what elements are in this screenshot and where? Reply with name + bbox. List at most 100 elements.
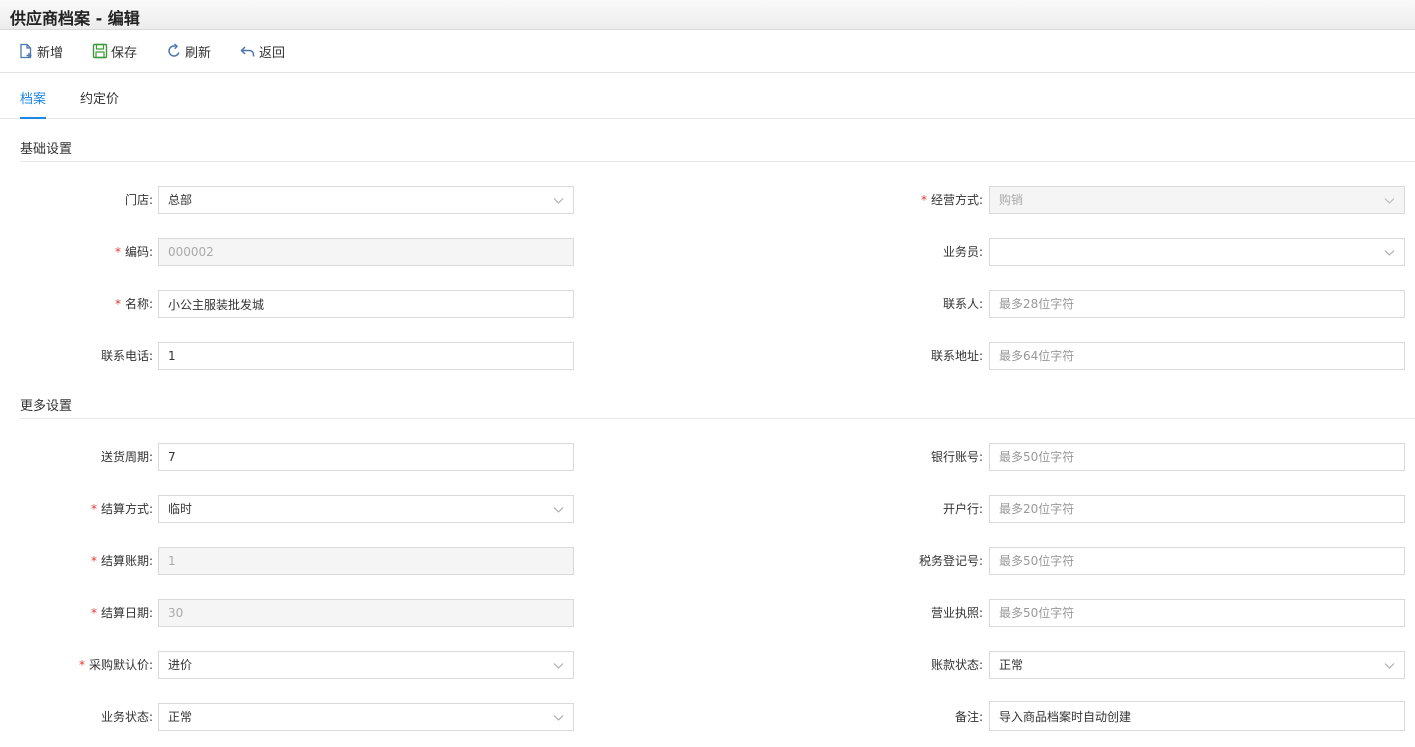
chevron-down-icon <box>1384 663 1395 669</box>
settle-period-value: 1 <box>168 554 176 568</box>
payment-status-label: 账款状态: <box>763 651 983 679</box>
back-arrow-icon <box>240 46 255 57</box>
code-label: * 编码: <box>0 238 153 266</box>
code-label-text: 编码: <box>124 245 153 259</box>
remark-label-text: 备注: <box>954 710 983 724</box>
store-label-text: 门店: <box>124 193 153 207</box>
payment-status-value: 正常 <box>999 658 1024 672</box>
biz-status-label: 业务状态: <box>0 703 153 731</box>
license-label: 营业执照: <box>763 599 983 627</box>
bank-account-label: 银行账号: <box>763 443 983 471</box>
back-button[interactable]: 返回 <box>240 41 285 61</box>
code-field: 000002 <box>158 238 574 266</box>
required-mark: * <box>920 193 927 207</box>
settle-mode-label: * 结算方式: <box>0 495 153 523</box>
delivery-label: 送货周期: <box>0 443 153 471</box>
required-mark: * <box>90 502 97 516</box>
payment-status-label-text: 账款状态: <box>930 658 983 672</box>
bank-label-text: 开户行: <box>942 502 983 516</box>
purchase-price-label-text: 采购默认价: <box>88 658 153 672</box>
required-mark: * <box>78 658 85 672</box>
phone-label: 联系电话: <box>0 342 153 370</box>
refresh-button[interactable]: 刷新 <box>166 41 211 61</box>
address-label-text: 联系地址: <box>930 349 983 363</box>
refresh-icon <box>168 43 180 57</box>
refresh-button-label: 刷新 <box>185 45 212 61</box>
new-file-icon <box>20 43 32 59</box>
biz-status-select[interactable]: 正常 <box>158 703 574 731</box>
tax-no-input[interactable] <box>989 547 1405 575</box>
bank-account-input[interactable] <box>989 443 1405 471</box>
tab-agreed-price[interactable]: 约定价 <box>80 88 119 119</box>
settle-date-value: 30 <box>168 606 184 620</box>
name-label-text: 名称: <box>124 297 153 311</box>
required-mark: * <box>114 297 121 311</box>
chevron-down-icon <box>553 198 564 204</box>
address-label: 联系地址: <box>763 342 983 370</box>
delivery-cycle-input[interactable] <box>158 443 574 471</box>
settle-date-field: 30 <box>158 599 574 627</box>
new-button-label: 新增 <box>37 45 64 61</box>
chevron-down-icon <box>553 663 564 669</box>
page-title: 供应商档案 - 编辑 <box>10 9 140 28</box>
store-select[interactable]: 总部 <box>158 186 574 214</box>
chevron-down-icon <box>1384 198 1395 204</box>
settle-mode-value: 临时 <box>168 502 193 516</box>
settle-mode-label-text: 结算方式: <box>100 502 153 516</box>
remark-label: 备注: <box>763 703 983 731</box>
settle-date-label-text: 结算日期: <box>100 606 153 620</box>
settle-date-label: * 结算日期: <box>0 599 153 627</box>
chevron-down-icon <box>553 507 564 513</box>
section-more-settings: 更多设置 <box>20 395 1415 419</box>
purchase-price-select[interactable]: 进价 <box>158 651 574 679</box>
bank-account-label-text: 银行账号: <box>930 450 983 464</box>
name-input[interactable] <box>158 290 574 318</box>
salesman-select[interactable] <box>989 238 1405 266</box>
purchase-price-label: * 采购默认价: <box>0 651 153 679</box>
tax-no-label: 税务登记号: <box>763 547 983 575</box>
required-mark: * <box>114 245 121 259</box>
section-basic-settings: 基础设置 <box>20 138 1415 162</box>
mode-label: * 经营方式: <box>763 186 983 214</box>
toolbar: 新增 保存 刷新 返回 <box>0 30 1415 73</box>
store-value: 总部 <box>168 193 193 207</box>
biz-status-value: 正常 <box>168 710 193 724</box>
required-mark: * <box>90 554 97 568</box>
chevron-down-icon <box>1384 250 1395 256</box>
code-value: 000002 <box>168 245 214 259</box>
bank-input[interactable] <box>989 495 1405 523</box>
save-button-label: 保存 <box>111 45 138 61</box>
tax-no-label-text: 税务登记号: <box>918 554 983 568</box>
contact-label-text: 联系人: <box>942 297 983 311</box>
settle-period-label: * 结算账期: <box>0 547 153 575</box>
address-input[interactable] <box>989 342 1405 370</box>
save-icon <box>92 43 108 59</box>
store-label: 门店: <box>0 186 153 214</box>
remark-input[interactable] <box>989 701 1405 731</box>
delivery-label-text: 送货周期: <box>100 450 153 464</box>
save-button[interactable]: 保存 <box>92 41 137 61</box>
license-label-text: 营业执照: <box>930 606 983 620</box>
contact-input[interactable] <box>989 290 1405 318</box>
required-mark: * <box>90 606 97 620</box>
new-button[interactable]: 新增 <box>18 41 63 61</box>
settle-mode-select[interactable]: 临时 <box>158 495 574 523</box>
purchase-price-value: 进价 <box>168 658 193 672</box>
phone-input[interactable] <box>158 342 574 370</box>
tab-archive[interactable]: 档案 <box>20 88 47 119</box>
contact-label: 联系人: <box>763 290 983 318</box>
back-button-label: 返回 <box>259 45 286 61</box>
salesman-label-text: 业务员: <box>942 245 983 259</box>
bank-label: 开户行: <box>763 495 983 523</box>
mode-select: 购销 <box>989 186 1405 214</box>
phone-label-text: 联系电话: <box>100 349 153 363</box>
chevron-down-icon <box>553 715 564 721</box>
mode-value: 购销 <box>999 193 1024 207</box>
title-bar: 供应商档案 - 编辑 <box>0 0 1415 30</box>
biz-status-label-text: 业务状态: <box>100 710 153 724</box>
settle-period-field: 1 <box>158 547 574 575</box>
payment-status-select[interactable]: 正常 <box>989 651 1405 679</box>
salesman-label: 业务员: <box>763 238 983 266</box>
settle-period-label-text: 结算账期: <box>100 554 153 568</box>
license-input[interactable] <box>989 599 1405 627</box>
